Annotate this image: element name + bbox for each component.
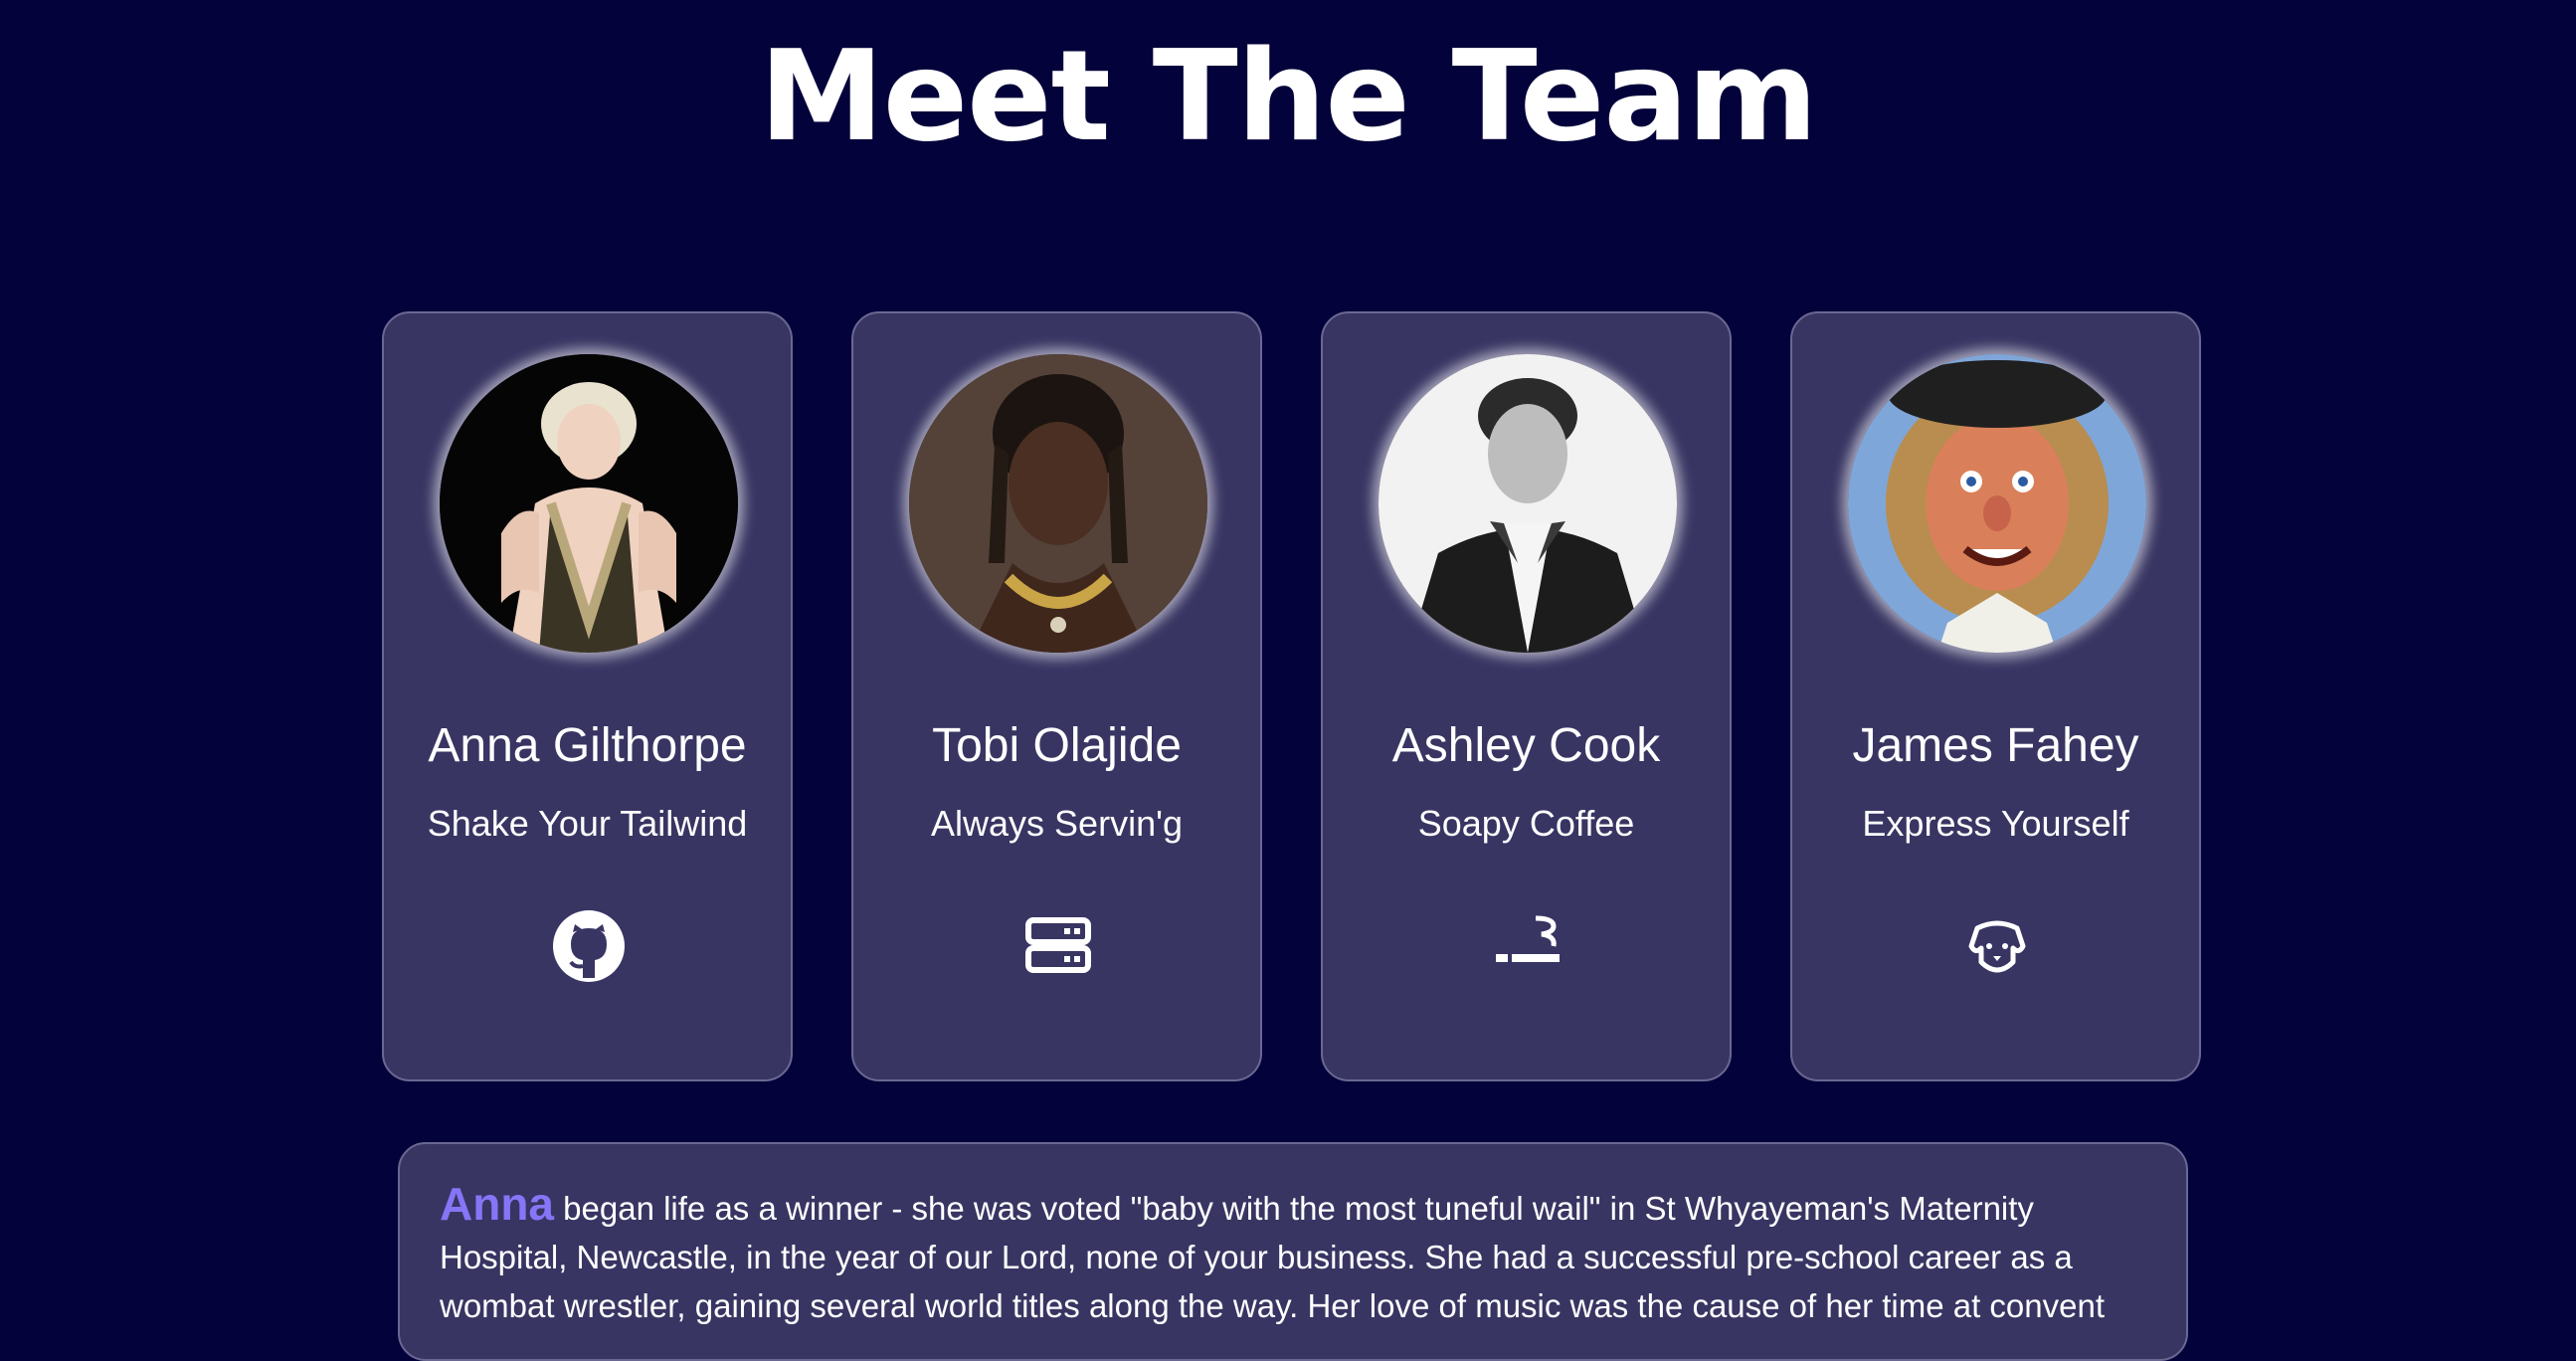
github-icon[interactable] — [549, 906, 629, 986]
bio-name: Anna — [440, 1178, 554, 1230]
member-name: Ashley Cook — [1391, 719, 1661, 772]
member-tagline: Express Yourself — [1862, 803, 2129, 844]
dog-icon[interactable] — [1957, 906, 2037, 986]
team-card-james: James Fahey Express Yourself — [1790, 311, 2201, 1081]
avatar — [440, 354, 738, 653]
smoking-icon[interactable] — [1488, 906, 1567, 986]
avatar — [909, 354, 1207, 653]
team-card-ashley: Ashley Cook Soapy Coffee — [1321, 311, 1732, 1081]
member-tagline: Soapy Coffee — [1417, 803, 1635, 844]
member-name: Tobi Olajide — [932, 719, 1182, 772]
team-card-tobi: Tobi Olajide Always Servin'g — [851, 311, 1262, 1081]
member-tagline: Shake Your Tailwind — [427, 803, 748, 844]
bio-text: Anna began life as a winner - she was vo… — [440, 1180, 2146, 1330]
server-icon[interactable] — [1018, 906, 1098, 986]
bio-body: began life as a winner - she was voted "… — [440, 1190, 2106, 1324]
member-name: James Fahey — [1852, 719, 2139, 772]
avatar — [1379, 354, 1677, 653]
bio-panel: Anna began life as a winner - she was vo… — [398, 1142, 2188, 1361]
team-card-anna: Anna Gilthorpe Shake Your Tailwind — [382, 311, 793, 1081]
avatar — [1848, 354, 2146, 653]
page-title: Meet The Team — [759, 23, 1817, 169]
member-name: Anna Gilthorpe — [428, 719, 747, 772]
member-tagline: Always Servin'g — [931, 803, 1183, 844]
